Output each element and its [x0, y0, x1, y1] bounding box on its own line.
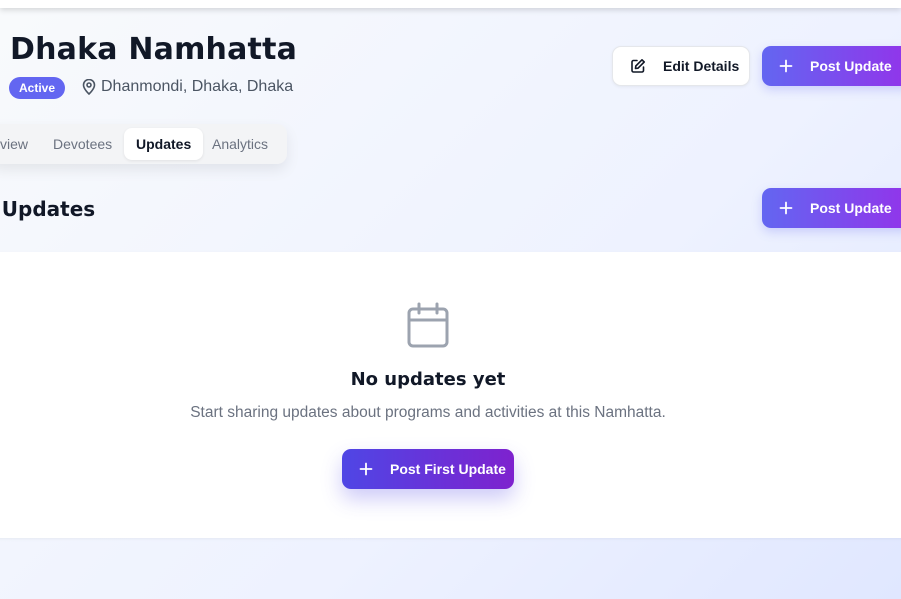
tab-bar: view Devotees Updates Analytics: [0, 124, 287, 164]
status-badge: Active: [9, 77, 66, 99]
plus-icon: [779, 59, 793, 73]
plus-icon: [359, 462, 373, 476]
tab-overview[interactable]: view: [0, 128, 28, 160]
section-title: nt Updates: [0, 197, 96, 221]
post-update-button-secondary[interactable]: Post Update: [762, 188, 901, 228]
edit-details-label: Edit Details: [663, 58, 740, 74]
top-bar: [0, 0, 901, 8]
empty-state-description: Start sharing updates about programs and…: [190, 404, 666, 421]
empty-state-card: [0, 252, 901, 538]
post-update-label: Post Update: [810, 58, 892, 74]
tab-updates[interactable]: Updates: [124, 128, 204, 160]
tab-devotees[interactable]: Devotees: [53, 128, 112, 160]
plus-icon: [779, 201, 793, 215]
page-title: Dhaka Namhatta: [10, 32, 298, 67]
post-update-label: Post Update: [810, 200, 892, 216]
map-pin-icon: [82, 79, 96, 95]
location: Dhanmondi, Dhaka, Dhaka: [82, 78, 293, 96]
empty-state-title: No updates yet: [350, 369, 506, 390]
post-first-update-label: Post First Update: [390, 461, 506, 477]
location-text: Dhanmondi, Dhaka, Dhaka: [101, 78, 294, 95]
edit-icon: [630, 58, 646, 74]
post-first-update-button[interactable]: Post First Update: [342, 449, 514, 489]
post-update-button[interactable]: Post Update: [762, 46, 901, 86]
edit-details-button[interactable]: Edit Details: [612, 46, 750, 86]
tab-analytics[interactable]: Analytics: [212, 128, 268, 160]
calendar-icon: [405, 302, 451, 353]
